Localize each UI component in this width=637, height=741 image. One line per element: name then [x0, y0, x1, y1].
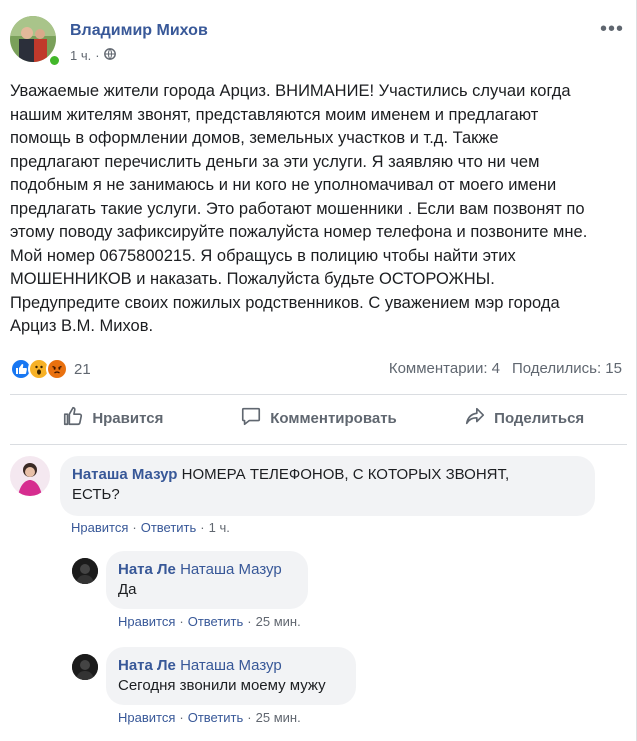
online-status-dot: [48, 54, 61, 67]
reply-mention[interactable]: Наташа Мазур: [180, 657, 282, 674]
reply-bubble: Ната Ле Наташа Мазур Да: [106, 551, 308, 609]
reply-bubble: Ната Ле Наташа Мазур Сегодня звонили мое…: [106, 647, 356, 705]
post-text-line: Уважаемые жители города Арциз. ВНИМАНИЕ!…: [10, 82, 571, 100]
post-body: Уважаемые жители города Арциз. ВНИМАНИЕ!…: [10, 80, 630, 339]
post-text-line: помощь в оформлении домов, земельных уча…: [10, 129, 499, 147]
like-button-label: Нравится: [92, 409, 164, 427]
post-meta: 1 ч. ·: [70, 48, 116, 63]
post-time[interactable]: 1 ч.: [70, 48, 91, 63]
comment-button[interactable]: Комментировать: [216, 396, 422, 440]
comment-actions: Нравится · Ответить · 1 ч.: [71, 520, 230, 535]
comment-button-label: Комментировать: [270, 409, 397, 427]
separator: ·: [132, 520, 137, 535]
reply-text: Да: [118, 581, 137, 598]
post-text-line: подобным я не занимаюсь и ни кого не упо…: [10, 176, 557, 194]
separator: ·: [247, 710, 252, 725]
reply-author-avatar[interactable]: [72, 654, 98, 680]
reply-reply-link[interactable]: Ответить: [188, 614, 244, 629]
share-button-label: Поделиться: [494, 409, 585, 427]
separator: ·: [200, 520, 205, 535]
post-text-line: предлагают перечислить деньги за эти усл…: [10, 152, 540, 171]
like-button[interactable]: Нравится: [10, 396, 216, 440]
post-text-line: Арциз В.М. Михов.: [10, 317, 154, 335]
more-options-icon[interactable]: •••: [600, 18, 624, 41]
divider: [10, 394, 627, 395]
reply-mention[interactable]: Наташа Мазур: [180, 561, 282, 578]
reply-like-link[interactable]: Нравится: [118, 710, 175, 725]
shares-count-link[interactable]: Поделились: 15: [512, 360, 622, 377]
comment-time[interactable]: 1 ч.: [209, 520, 230, 535]
reaction-count: 21: [74, 360, 91, 378]
meta-separator: ·: [95, 48, 100, 63]
separator: ·: [179, 614, 184, 629]
separator: ·: [247, 614, 252, 629]
reply-reply-link[interactable]: Ответить: [188, 710, 244, 725]
comment-text: НОМЕРА ТЕЛЕФОНОВ, С КОТОРЫХ ЗВОНЯТ,: [181, 466, 510, 483]
post-stats: Комментарии: 4 Поделились: 15: [389, 360, 622, 377]
post-action-bar: Нравится Комментировать Поделиться: [10, 396, 627, 440]
reply-time[interactable]: 25 мин.: [256, 614, 301, 629]
comment-bubble: Наташа Мазур НОМЕРА ТЕЛЕФОНОВ, С КОТОРЫХ…: [60, 456, 595, 516]
comment-author[interactable]: Наташа Мазур: [72, 466, 177, 483]
reply-author[interactable]: Ната Ле: [118, 657, 176, 674]
divider: [10, 444, 627, 445]
post-text-line: этому поводу зафиксируйте пожалуйста ном…: [10, 223, 588, 241]
comment-reply-link[interactable]: Ответить: [141, 520, 197, 535]
post-author-name[interactable]: Владимир Михов: [70, 22, 208, 40]
share-icon: [464, 405, 486, 431]
reply-actions: Нравится · Ответить · 25 мин.: [118, 710, 301, 725]
reply-time[interactable]: 25 мин.: [256, 710, 301, 725]
comment-text-line2: ЕСТЬ?: [72, 486, 120, 503]
post-text-line: МОШЕННИКОВ и наказать. Пожалуйста будьте…: [10, 270, 495, 288]
comment-like-link[interactable]: Нравится: [71, 520, 128, 535]
reactions-summary[interactable]: 21: [10, 358, 91, 380]
reply-author[interactable]: Ната Ле: [118, 561, 176, 578]
post-text-line: нашим жителям звонят, представляются мои…: [10, 105, 539, 124]
globe-icon: [103, 48, 116, 63]
comment-icon: [240, 405, 262, 431]
reply-text: Сегодня звонили моему мужу: [118, 677, 326, 694]
post-text-line: Предупредите своих пожилых родственников…: [10, 293, 560, 312]
angry-reaction-icon: [46, 358, 68, 380]
post-text-line: предлагать такие услуги. Это работают мо…: [10, 199, 585, 218]
commenter-avatar[interactable]: [10, 456, 50, 496]
reply-author-avatar[interactable]: [72, 558, 98, 584]
share-button[interactable]: Поделиться: [421, 396, 627, 440]
post-card: Владимир Михов 1 ч. · ••• Уважаемые жите…: [0, 0, 637, 741]
reply-actions: Нравится · Ответить · 25 мин.: [118, 614, 301, 629]
reply-like-link[interactable]: Нравится: [118, 614, 175, 629]
post-text-line: Мой номер 0675800215. Я обращусь в полиц…: [10, 246, 516, 265]
comments-count-link[interactable]: Комментарии: 4: [389, 360, 500, 377]
separator: ·: [179, 710, 184, 725]
thumbs-up-icon: [62, 405, 84, 431]
